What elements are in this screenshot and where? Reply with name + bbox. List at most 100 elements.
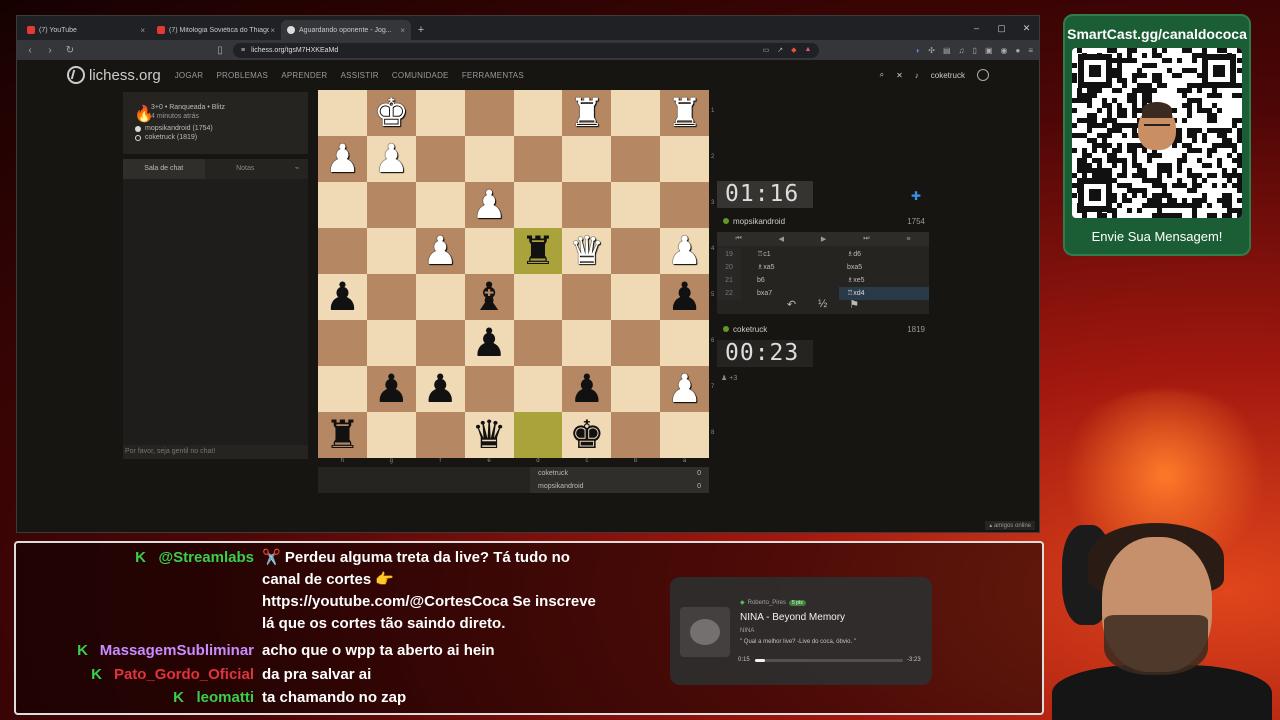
black-pawn-piece[interactable]: ♟ bbox=[569, 370, 604, 409]
player-name[interactable]: coketruck bbox=[733, 325, 767, 334]
nav-jogar[interactable]: JOGAR bbox=[175, 71, 204, 80]
board-square[interactable]: ♟ bbox=[415, 228, 465, 274]
board-square[interactable] bbox=[318, 228, 367, 274]
tab-notes[interactable]: Notas bbox=[205, 159, 287, 179]
tab-youtube[interactable]: (7) YouTube × bbox=[21, 20, 151, 40]
board-square[interactable] bbox=[513, 320, 563, 366]
white-player[interactable]: mopsikandroid (1754) bbox=[145, 125, 213, 132]
board-square[interactable]: ♝ bbox=[464, 274, 514, 320]
draw-offer-button[interactable]: ½ bbox=[818, 298, 827, 314]
nav-assistir[interactable]: ASSISTIR bbox=[341, 71, 379, 80]
black-pawn-piece[interactable]: ♟ bbox=[667, 278, 702, 317]
board-square[interactable]: ♛ bbox=[464, 412, 514, 458]
board-square[interactable] bbox=[318, 182, 367, 228]
search-icon[interactable]: ⌕ bbox=[880, 70, 884, 80]
next-move-icon[interactable]: ▶ bbox=[821, 235, 826, 243]
last-move-icon[interactable]: ⏭ bbox=[863, 235, 869, 243]
reload-icon[interactable]: ↻ bbox=[63, 45, 77, 56]
board-square[interactable] bbox=[415, 90, 465, 136]
board-square[interactable] bbox=[415, 274, 465, 320]
black-king-piece[interactable]: ♚ bbox=[569, 416, 604, 455]
board-square[interactable]: ♜ bbox=[562, 90, 612, 136]
board-square[interactable] bbox=[366, 274, 416, 320]
first-move-icon[interactable]: ⏮ bbox=[735, 235, 741, 243]
board-square[interactable] bbox=[562, 136, 612, 182]
takeback-icon[interactable]: ↶ bbox=[787, 298, 796, 314]
close-tab-icon[interactable]: × bbox=[270, 26, 275, 35]
board-square[interactable] bbox=[562, 320, 612, 366]
score-row[interactable]: coketruck 0 bbox=[530, 467, 709, 480]
nav-comunidade[interactable]: COMUNIDADE bbox=[392, 71, 449, 80]
board-square[interactable] bbox=[513, 182, 563, 228]
board-square[interactable] bbox=[415, 412, 465, 458]
board-square[interactable] bbox=[611, 182, 661, 228]
bookmark-icon[interactable]: ▯ bbox=[213, 45, 227, 56]
minimize-icon[interactable]: – bbox=[964, 23, 989, 33]
sidebar-icon[interactable]: ▯ bbox=[973, 46, 977, 55]
white-move[interactable]: b6 bbox=[741, 274, 839, 287]
board-square[interactable] bbox=[513, 136, 563, 182]
url-field[interactable]: ≡ lichess.org/tgsM7HXKEaMd ▭ ↗ ◆ ▲ bbox=[233, 42, 820, 58]
board-square[interactable] bbox=[660, 412, 709, 458]
board-square[interactable]: ♟ bbox=[415, 366, 465, 412]
black-move[interactable]: ♗xe5 bbox=[839, 274, 929, 287]
opponent-name[interactable]: mopsikandroid bbox=[733, 217, 785, 226]
board-square[interactable] bbox=[611, 274, 661, 320]
board-square[interactable]: ♜ bbox=[660, 90, 709, 136]
puzzle-icon[interactable]: ✣ bbox=[928, 46, 935, 55]
black-pawn-piece[interactable]: ♟ bbox=[423, 370, 458, 409]
white-pawn-piece[interactable]: ♟ bbox=[374, 140, 409, 179]
translate-icon[interactable]: ◗ bbox=[915, 46, 920, 55]
board-square[interactable] bbox=[464, 136, 514, 182]
board-square[interactable] bbox=[513, 274, 563, 320]
board-square[interactable] bbox=[464, 228, 514, 274]
board-square[interactable] bbox=[611, 366, 661, 412]
board-square[interactable] bbox=[415, 182, 465, 228]
black-pawn-piece[interactable]: ♟ bbox=[374, 370, 409, 409]
board-square[interactable]: ♟ bbox=[660, 228, 709, 274]
maximize-icon[interactable]: ▢ bbox=[989, 23, 1014, 34]
lichess-logo[interactable]: lichess.org bbox=[67, 66, 161, 84]
black-rook-piece[interactable]: ♜ bbox=[520, 232, 555, 271]
white-pawn-piece[interactable]: ♟ bbox=[472, 186, 507, 225]
back-icon[interactable]: ‹ bbox=[23, 45, 37, 56]
board-square[interactable] bbox=[611, 90, 661, 136]
user-icon[interactable] bbox=[977, 69, 989, 81]
board-square[interactable] bbox=[318, 90, 367, 136]
add-time-icon[interactable]: ✚ bbox=[911, 189, 921, 203]
board-square[interactable]: ♟ bbox=[660, 366, 709, 412]
white-pawn-piece[interactable]: ♟ bbox=[667, 232, 702, 271]
board-square[interactable]: ♟ bbox=[366, 366, 416, 412]
black-pawn-piece[interactable]: ♟ bbox=[472, 324, 507, 363]
board-square[interactable] bbox=[660, 320, 709, 366]
tab-chat-room[interactable]: Sala de chat bbox=[123, 159, 205, 179]
board-square[interactable] bbox=[415, 320, 465, 366]
white-move[interactable]: ♖c1 bbox=[741, 248, 839, 261]
close-tab-icon[interactable]: × bbox=[140, 26, 145, 35]
black-pawn-piece[interactable]: ♟ bbox=[325, 278, 360, 317]
forward-icon[interactable]: › bbox=[43, 45, 57, 56]
black-move[interactable]: ♗d6 bbox=[839, 248, 929, 261]
close-icon[interactable]: ✕ bbox=[896, 71, 903, 80]
board-square[interactable] bbox=[366, 412, 416, 458]
board-square[interactable]: ♟ bbox=[562, 366, 612, 412]
white-rook-piece[interactable]: ♜ bbox=[569, 94, 604, 133]
friends-online-button[interactable]: ▴ amigos online bbox=[985, 521, 1035, 530]
black-queen-piece[interactable]: ♛ bbox=[472, 416, 507, 455]
black-rook-piece[interactable]: ♜ bbox=[325, 416, 360, 455]
board-square[interactable]: ♟ bbox=[464, 182, 514, 228]
board-square[interactable] bbox=[562, 182, 612, 228]
wallet-icon[interactable]: ▣ bbox=[985, 46, 993, 55]
white-pawn-piece[interactable]: ♟ bbox=[423, 232, 458, 271]
score-row[interactable]: mopsikandroid 0 bbox=[530, 480, 709, 493]
close-window-icon[interactable]: ✕ bbox=[1014, 23, 1039, 34]
board-square[interactable] bbox=[464, 366, 514, 412]
board-square[interactable] bbox=[464, 90, 514, 136]
profile-icon[interactable]: ● bbox=[1015, 46, 1020, 55]
white-move[interactable]: ♗xa5 bbox=[741, 261, 839, 274]
board-square[interactable] bbox=[513, 412, 563, 458]
chat-toggle-icon[interactable]: ⌁ bbox=[286, 159, 308, 179]
rewards-icon[interactable]: ▲ bbox=[804, 46, 811, 54]
board-square[interactable] bbox=[562, 274, 612, 320]
white-pawn-piece[interactable]: ♟ bbox=[667, 370, 702, 409]
